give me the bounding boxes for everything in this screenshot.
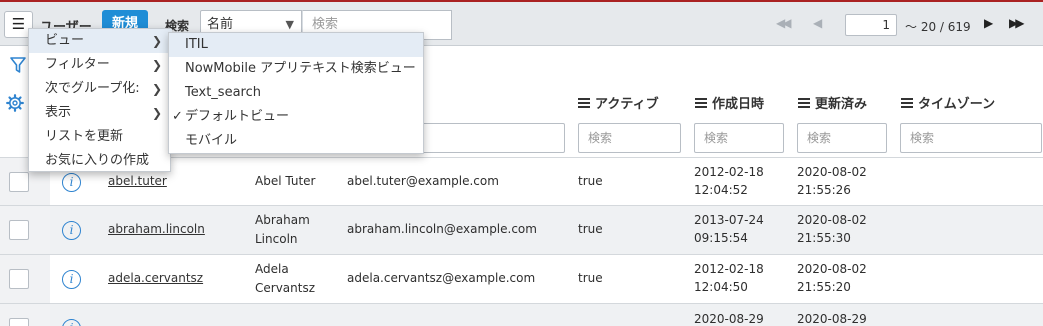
updated-time: 21:55:30 <box>797 231 851 245</box>
created-date: 2020-08-29 <box>694 312 764 326</box>
email-cell: abel.tuter@example.com <box>347 174 499 188</box>
updated-filter-input[interactable]: 検索 <box>797 123 887 153</box>
active-cell: true <box>578 222 603 236</box>
table-row: i 2020-08-29 2020-08-29 <box>0 304 1043 326</box>
info-icon[interactable]: i <box>62 270 81 289</box>
chevron-right-icon: ❯ <box>151 106 162 120</box>
next-page-icon[interactable]: ▶ <box>984 16 993 30</box>
name-cell-line2: Lincoln <box>255 232 298 246</box>
column-header-created[interactable]: 作成日時 <box>695 93 764 112</box>
name-cell-line1: Abraham <box>255 213 310 227</box>
info-icon[interactable]: i <box>62 221 81 240</box>
column-menu-icon[interactable] <box>901 98 913 108</box>
row-checkbox[interactable] <box>9 172 29 192</box>
info-icon[interactable]: i <box>62 173 81 192</box>
active-filter-input[interactable]: 検索 <box>578 123 681 153</box>
updated-time: 21:55:20 <box>797 280 851 294</box>
menu-item-group-by[interactable]: 次でグループ化: ❯ <box>29 77 172 101</box>
email-cell: abraham.lincoln@example.com <box>347 222 537 236</box>
column-header-updated[interactable]: 更新済み <box>798 93 867 112</box>
info-icon[interactable]: i <box>62 319 81 326</box>
updated-date: 2020-08-02 <box>797 262 867 276</box>
checkmark-icon: ✓ <box>172 109 183 124</box>
first-page-icon[interactable]: ◀◀ <box>776 16 792 30</box>
menu-item-refresh-list[interactable]: リストを更新 <box>29 125 172 149</box>
created-time: 12:04:52 <box>694 183 748 197</box>
table-row: i adela.cervantsz Adela Cervantsz adela.… <box>0 255 1043 304</box>
chevron-right-icon: ❯ <box>151 82 162 96</box>
filter-funnel-icon[interactable] <box>10 56 26 74</box>
created-time: 12:04:50 <box>694 280 748 294</box>
row-checkbox[interactable] <box>9 220 29 240</box>
search-field-value: 名前 <box>207 17 234 32</box>
row-checkbox[interactable] <box>9 269 29 289</box>
created-date: 2012-02-18 <box>694 165 764 179</box>
active-cell: true <box>578 174 603 188</box>
view-option-mobile[interactable]: モバイル <box>169 129 423 153</box>
name-cell: Abel Tuter <box>255 174 316 188</box>
created-date: 2012-02-18 <box>694 262 764 276</box>
active-cell: true <box>578 271 603 285</box>
updated-date: 2020-08-02 <box>797 165 867 179</box>
page-number-input[interactable]: 1 <box>845 14 897 36</box>
menu-item-filter[interactable]: フィルター ❯ <box>29 53 172 77</box>
previous-page-icon[interactable]: ◀ <box>813 16 822 30</box>
updated-date: 2020-08-29 <box>797 312 867 326</box>
view-option-nowmobile[interactable]: NowMobile アプリテキスト検索ビュー <box>169 57 423 81</box>
page-range-text: ～ 20 / 619 <box>905 20 971 34</box>
column-menu-icon[interactable] <box>798 98 810 108</box>
view-option-default[interactable]: ✓ デフォルトビュー <box>169 105 423 129</box>
name-cell-line2: Cervantsz <box>255 281 316 295</box>
created-date: 2013-07-24 <box>694 213 764 227</box>
menu-item-view[interactable]: ビュー ❯ <box>29 29 172 53</box>
updated-time: 21:55:26 <box>797 183 851 197</box>
name-cell-line1: Adela <box>255 262 289 276</box>
chevron-right-icon: ❯ <box>151 34 162 48</box>
column-header-timezone[interactable]: タイムゾーン <box>901 93 995 112</box>
column-menu-icon[interactable] <box>578 98 590 108</box>
menu-item-show[interactable]: 表示 ❯ <box>29 101 172 125</box>
chevron-right-icon: ❯ <box>151 58 162 72</box>
user-id-link[interactable]: adela.cervantsz <box>108 269 203 288</box>
updated-date: 2020-08-02 <box>797 213 867 227</box>
list-context-menu: ビュー ❯ フィルター ❯ 次でグループ化: ❯ 表示 ❯ リストを更新 お気に入りの作… <box>28 28 172 173</box>
view-option-itil[interactable]: ITIL <box>169 33 423 57</box>
table-row: i abraham.lincoln Abraham Lincoln abraha… <box>0 206 1043 255</box>
timezone-filter-input[interactable]: 検索 <box>900 123 1042 153</box>
created-filter-input[interactable]: 検索 <box>694 123 784 153</box>
user-id-link[interactable]: abraham.lincoln <box>108 220 205 239</box>
view-submenu: ITIL NowMobile アプリテキスト検索ビュー Text_search … <box>168 32 424 154</box>
user-id-link[interactable]: abel.tuter <box>108 172 167 191</box>
menu-item-create-favorite[interactable]: お気に入りの作成 <box>29 149 172 173</box>
column-header-active[interactable]: アクティブ <box>578 93 659 112</box>
gear-icon[interactable] <box>6 94 24 112</box>
last-page-icon[interactable]: ▶▶ <box>1009 16 1025 30</box>
column-menu-icon[interactable] <box>695 98 707 108</box>
email-cell: adela.cervantsz@example.com <box>347 271 536 285</box>
view-option-text-search[interactable]: Text_search <box>169 81 423 105</box>
row-checkbox[interactable] <box>9 318 29 326</box>
created-time: 09:15:54 <box>694 231 748 245</box>
